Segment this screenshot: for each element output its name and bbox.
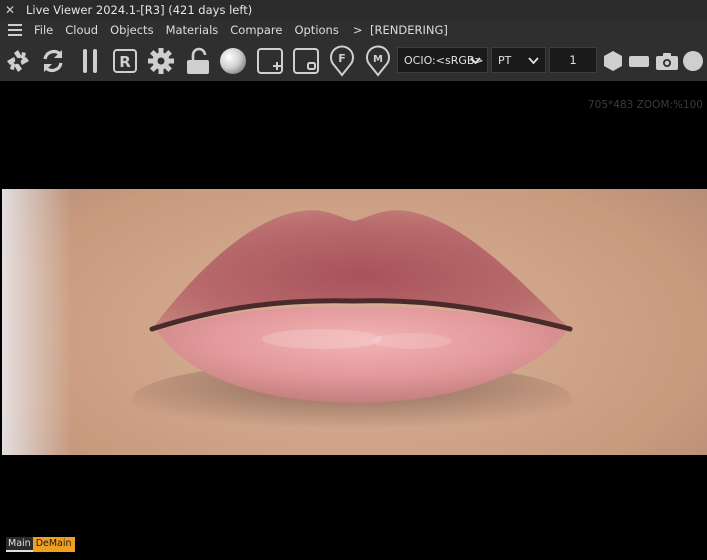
kernel-select-value: PT <box>498 53 512 67</box>
refresh-icon[interactable] <box>38 46 68 76</box>
hamburger-menu-icon[interactable] <box>8 24 22 36</box>
zoom-info: 705*483 ZOOM:%100 <box>587 99 703 111</box>
render-image <box>2 189 707 455</box>
rectangle-icon[interactable] <box>624 46 654 76</box>
kernel-select[interactable]: PT <box>491 47 546 73</box>
render-viewport[interactable]: 705*483 ZOOM:%100 Main DeMain <box>0 81 707 560</box>
circle-icon[interactable] <box>678 46 707 76</box>
close-icon[interactable]: ✕ <box>0 3 20 17</box>
toolbar: R F M <box>0 41 707 81</box>
chevron-down-icon <box>470 57 481 65</box>
sphere-icon[interactable] <box>218 46 248 76</box>
menu-materials[interactable]: Materials <box>166 23 219 37</box>
chevron-down-icon <box>528 57 539 65</box>
tab-demain[interactable]: DeMain <box>32 537 75 552</box>
settings-gear-icon[interactable] <box>146 46 176 76</box>
svg-text:R: R <box>119 53 131 71</box>
menu-options[interactable]: Options <box>294 23 338 37</box>
remove-object-icon[interactable] <box>291 46 321 76</box>
menu-cloud[interactable]: Cloud <box>65 23 98 37</box>
add-object-icon[interactable] <box>255 46 285 76</box>
title-bar: ✕ Live Viewer 2024.1-[R3] (421 days left… <box>0 0 707 19</box>
menu-more[interactable]: > <box>353 23 363 37</box>
ocio-select[interactable]: OCIO:<sRGB> <box>397 47 488 73</box>
region-r-icon[interactable]: R <box>110 46 140 76</box>
menu-file[interactable]: File <box>34 23 53 37</box>
window-title: Live Viewer 2024.1-[R3] (421 days left) <box>26 2 253 17</box>
view-tabs: Main DeMain <box>6 537 75 552</box>
render-status: [RENDERING] <box>370 23 448 37</box>
samples-input[interactable]: 1 <box>549 47 597 73</box>
svg-text:F: F <box>338 52 346 65</box>
pause-icon[interactable] <box>75 46 105 76</box>
unlock-icon[interactable] <box>183 46 213 76</box>
live-viewer-window: ✕ Live Viewer 2024.1-[R3] (421 days left… <box>0 0 707 560</box>
pin-f-icon[interactable]: F <box>327 45 357 77</box>
aperture-icon[interactable] <box>3 46 33 76</box>
menu-objects[interactable]: Objects <box>110 23 153 37</box>
svg-text:M: M <box>373 54 383 65</box>
menu-bar: File Cloud Objects Materials Compare Opt… <box>0 19 707 41</box>
menu-compare[interactable]: Compare <box>230 23 282 37</box>
tab-main[interactable]: Main <box>6 537 33 552</box>
pin-m-icon[interactable]: M <box>363 45 393 77</box>
